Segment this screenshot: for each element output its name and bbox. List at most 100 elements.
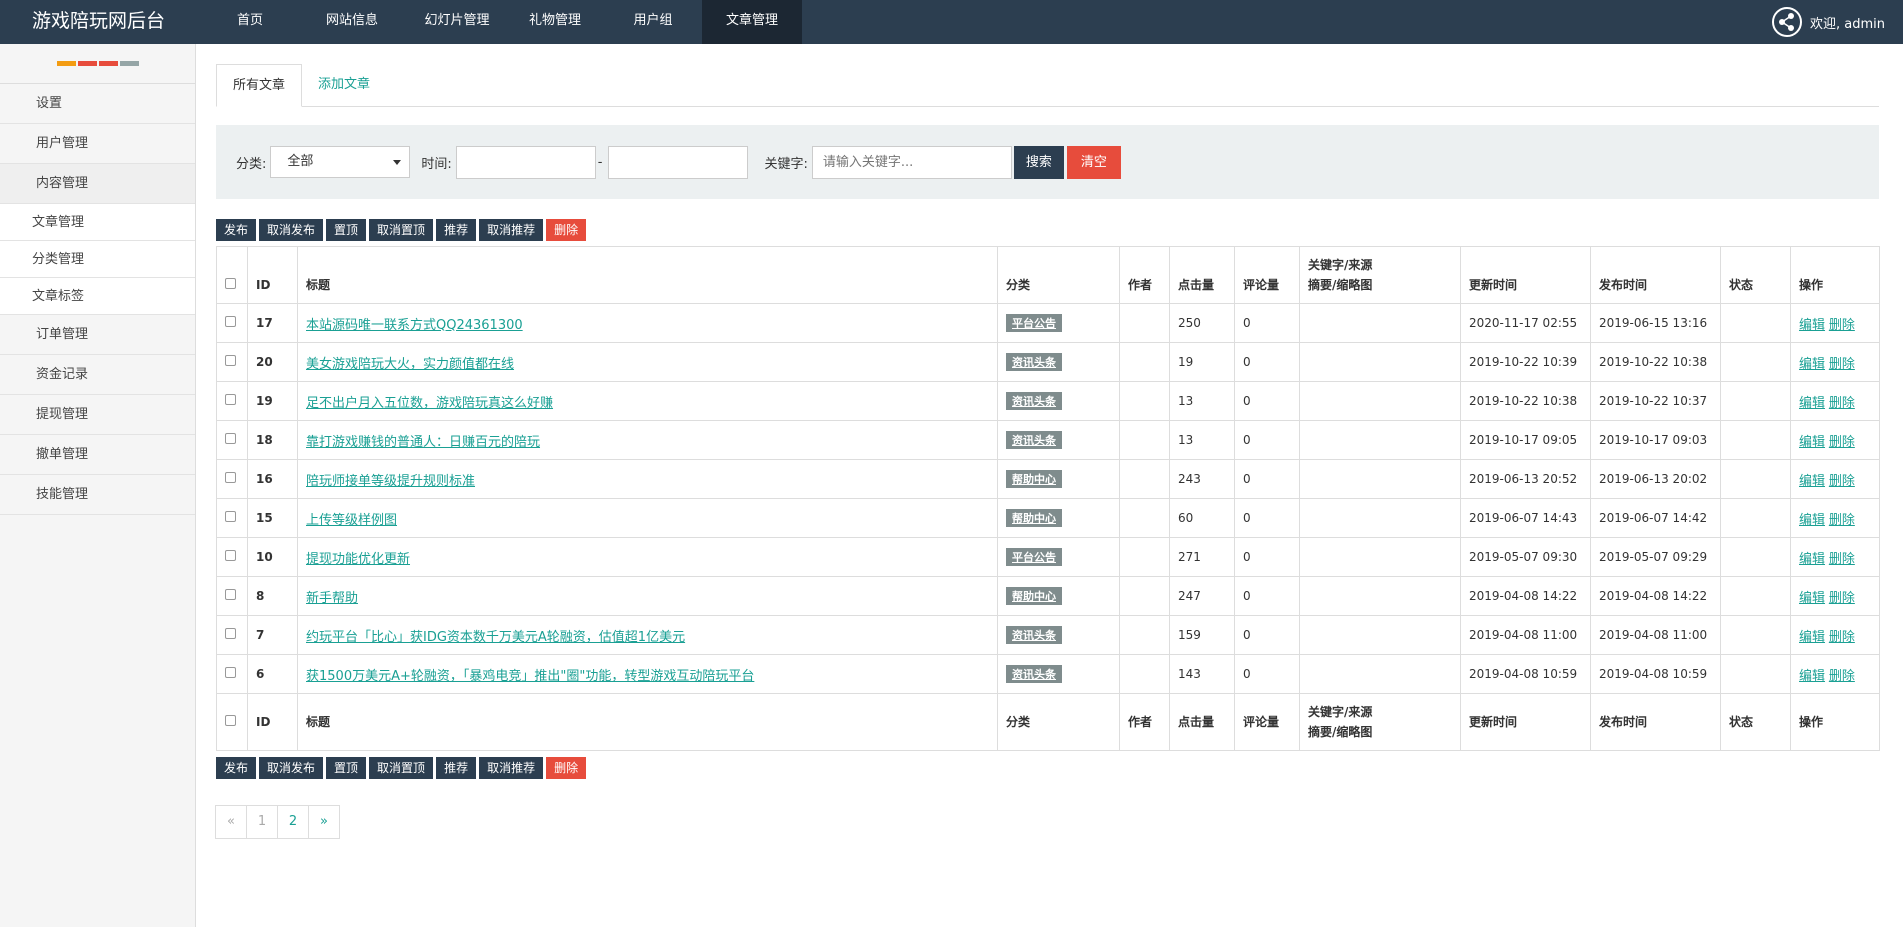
page-button-2[interactable]: 2 (277, 805, 309, 839)
nav-item-2[interactable]: 幻灯片管理 (408, 0, 506, 44)
delete-link[interactable]: 删除 (1829, 591, 1855, 606)
sidebar-item-9[interactable]: 撤单管理 (0, 435, 195, 475)
delete-link[interactable]: 删除 (1829, 318, 1855, 333)
sidebar-item-0[interactable]: 设置 (0, 84, 195, 124)
delete-button[interactable]: 删除 (546, 757, 587, 779)
sidebar-item-7[interactable]: 资金记录 (0, 355, 195, 395)
sidebar-item-10[interactable]: 技能管理 (0, 475, 195, 515)
edit-link[interactable]: 编辑 (1799, 513, 1825, 528)
delete-link[interactable]: 删除 (1829, 669, 1855, 684)
delete-link[interactable]: 删除 (1829, 435, 1855, 450)
clear-button[interactable]: 清空 (1066, 145, 1121, 179)
row-title-link[interactable]: 获1500万美元A+轮融资，「暴鸡电竞」推出"圈"功能，转型游戏互动陪玩平台 (306, 669, 754, 684)
category-badge[interactable]: 帮助中心 (1006, 470, 1062, 488)
category-badge[interactable]: 平台公告 (1006, 314, 1062, 332)
sidebar-item-2[interactable]: 内容管理 (0, 164, 195, 204)
row-title-link[interactable]: 提现功能优化更新 (306, 552, 410, 567)
edit-link[interactable]: 编辑 (1799, 591, 1825, 606)
unrecommend-button[interactable]: 取消推荐 (479, 757, 544, 779)
unpin-button[interactable]: 取消置顶 (369, 757, 434, 779)
delete-button[interactable]: 删除 (546, 219, 587, 241)
edit-link[interactable]: 编辑 (1799, 396, 1825, 411)
prev-page-button[interactable]: « (215, 805, 247, 839)
sidebar-item-5[interactable]: 文章标签 (0, 278, 195, 315)
row-title-link[interactable]: 本站源码唯一联系方式QQ24361300 (306, 318, 523, 333)
edit-link[interactable]: 编辑 (1799, 435, 1825, 450)
row-checkbox[interactable] (225, 589, 236, 600)
category-badge[interactable]: 帮助中心 (1006, 587, 1062, 605)
tab-all-articles[interactable]: 所有文章 (216, 64, 303, 107)
row-checkbox[interactable] (225, 667, 236, 678)
row-title-link[interactable]: 约玩平台「比心」获IDG资本数千万美元A轮融资，估值超1亿美元 (306, 630, 685, 645)
category-badge[interactable]: 资讯头条 (1006, 626, 1062, 644)
row-checkbox[interactable] (225, 472, 236, 483)
edit-link[interactable]: 编辑 (1799, 669, 1825, 684)
sidebar-item-6[interactable]: 订单管理 (0, 315, 195, 355)
category-badge[interactable]: 帮助中心 (1006, 509, 1062, 527)
nav-item-5[interactable]: 文章管理 (702, 0, 802, 44)
share-icon[interactable] (1772, 7, 1802, 37)
nav-item-0[interactable]: 首页 (204, 0, 296, 44)
row-title-link[interactable]: 足不出户月入五位数，游戏陪玩真这么好赚 (306, 396, 553, 411)
end-date-input[interactable] (608, 145, 749, 179)
row-checkbox[interactable] (225, 316, 236, 327)
row-title-link[interactable]: 靠打游戏赚钱的普通人：日赚百元的陪玩 (306, 435, 540, 450)
recommend-button[interactable]: 推荐 (436, 219, 477, 241)
recommend-button[interactable]: 推荐 (436, 757, 477, 779)
row-checkbox[interactable] (225, 433, 236, 444)
select-all-checkbox-footer[interactable] (225, 715, 236, 726)
edit-link[interactable]: 编辑 (1799, 474, 1825, 489)
delete-link[interactable]: 删除 (1829, 357, 1855, 372)
row-title-link[interactable]: 新手帮助 (306, 591, 358, 606)
nav-item-1[interactable]: 网站信息 (296, 0, 408, 44)
category-badge[interactable]: 平台公告 (1006, 548, 1062, 566)
delete-link[interactable]: 删除 (1829, 513, 1855, 528)
sidebar-item-1[interactable]: 用户管理 (0, 124, 195, 164)
nav-item-4[interactable]: 用户组 (604, 0, 702, 44)
row-checkbox[interactable] (225, 550, 236, 561)
row-title-link[interactable]: 陪玩师接单等级提升规则标准 (306, 474, 475, 489)
sidebar-item-4[interactable]: 分类管理 (0, 241, 195, 278)
publish-button[interactable]: 发布 (216, 219, 257, 241)
category-badge[interactable]: 资讯头条 (1006, 392, 1062, 410)
unpublish-button[interactable]: 取消发布 (259, 757, 324, 779)
row-checkbox[interactable] (225, 394, 236, 405)
delete-link[interactable]: 删除 (1829, 474, 1855, 489)
keyword-input[interactable] (811, 145, 1012, 179)
search-button[interactable]: 搜索 (1013, 145, 1064, 179)
unpin-button[interactable]: 取消置顶 (369, 219, 434, 241)
publish-button[interactable]: 发布 (216, 757, 257, 779)
category-badge[interactable]: 资讯头条 (1006, 665, 1062, 683)
edit-link[interactable]: 编辑 (1799, 552, 1825, 567)
sidebar-item-3[interactable]: 文章管理 (0, 204, 195, 241)
start-date-input[interactable] (455, 145, 596, 179)
delete-link[interactable]: 删除 (1829, 396, 1855, 411)
sidebar-item-8[interactable]: 提现管理 (0, 395, 195, 435)
col-author: 作者 (1119, 246, 1170, 304)
select-all-checkbox[interactable] (225, 278, 236, 289)
category-badge[interactable]: 资讯头条 (1006, 431, 1062, 449)
brand-title[interactable]: 游戏陪玩网后台 (32, 0, 165, 44)
pin-button[interactable]: 置顶 (326, 757, 367, 779)
delete-link[interactable]: 删除 (1829, 630, 1855, 645)
row-checkbox[interactable] (225, 511, 236, 522)
tab-add-article[interactable]: 添加文章 (302, 64, 386, 107)
delete-link[interactable]: 删除 (1829, 552, 1855, 567)
unrecommend-button[interactable]: 取消推荐 (479, 219, 544, 241)
category-badge[interactable]: 资讯头条 (1006, 353, 1062, 371)
edit-link[interactable]: 编辑 (1799, 318, 1825, 333)
pin-button[interactable]: 置顶 (326, 219, 367, 241)
category-select[interactable]: 全部 (270, 146, 411, 178)
row-title-link[interactable]: 上传等级样例图 (306, 513, 397, 528)
col-published: 发布时间 (1590, 246, 1721, 304)
page-button-1[interactable]: 1 (246, 805, 278, 839)
row-checkbox[interactable] (225, 628, 236, 639)
edit-link[interactable]: 编辑 (1799, 630, 1825, 645)
row-published: 2019-04-08 14:22 (1590, 576, 1721, 616)
edit-link[interactable]: 编辑 (1799, 357, 1825, 372)
next-page-button[interactable]: » (308, 805, 340, 839)
row-checkbox[interactable] (225, 355, 236, 366)
row-title-link[interactable]: 美女游戏陪玩大火，实力颜值都在线 (306, 357, 514, 372)
nav-item-3[interactable]: 礼物管理 (506, 0, 604, 44)
unpublish-button[interactable]: 取消发布 (259, 219, 324, 241)
